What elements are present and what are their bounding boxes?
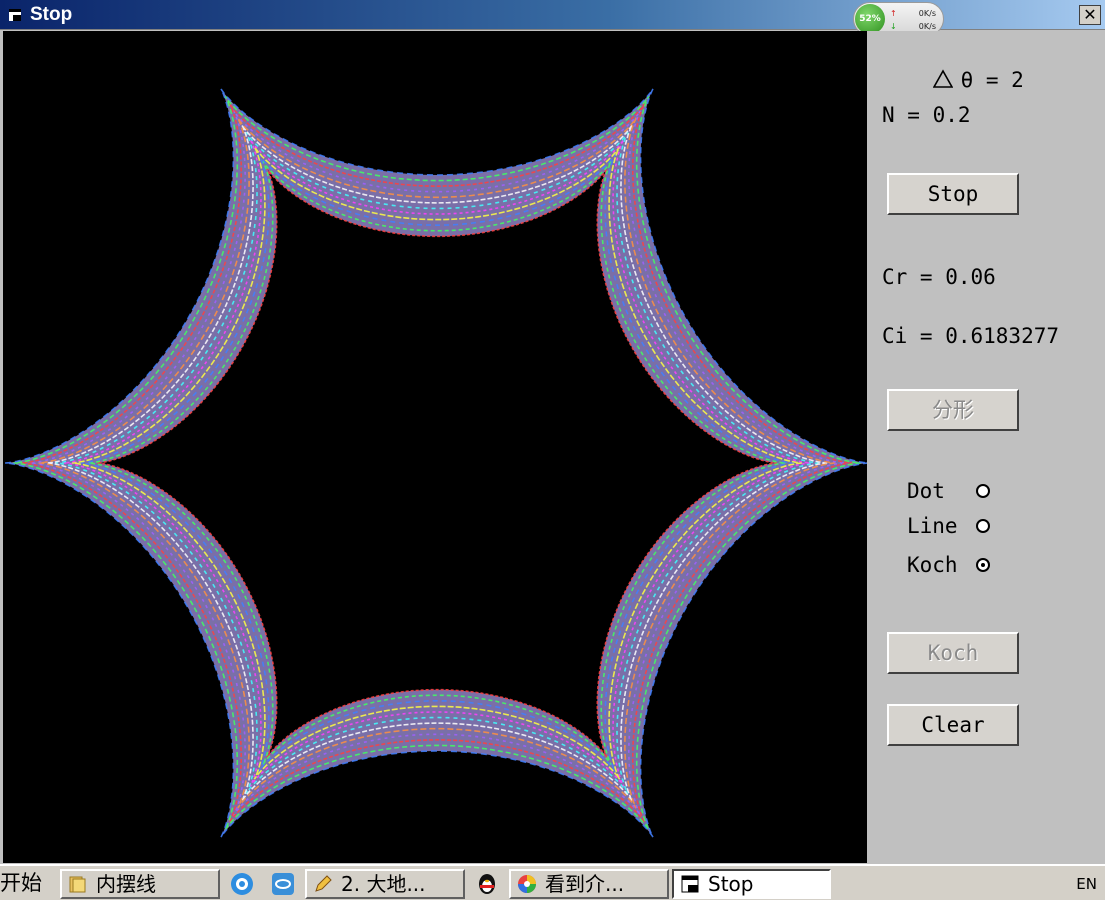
radio-line-circle[interactable] (976, 519, 990, 533)
hypocycloid-drawing (5, 88, 867, 838)
control-panel: θ = 2 N = 0.2 Stop Cr = 0.06 Ci = 0.6183… (867, 31, 1105, 863)
download-speed-row: ↓ 0K/s (890, 22, 940, 31)
curve-strand (71, 146, 803, 780)
theta-label: θ = 2 (960, 68, 1024, 92)
clear-button[interactable]: Clear (887, 704, 1019, 746)
radio-dot-label: Dot (907, 479, 945, 503)
download-speed: 0K/s (918, 22, 936, 31)
window-icon (9, 9, 21, 21)
cr-label: Cr = 0.06 (882, 265, 996, 289)
window-icon (681, 875, 699, 893)
radio-koch-option[interactable]: Koch (907, 553, 1007, 579)
window-title: Stop (30, 4, 73, 25)
taskbar-item-label: Stop (708, 872, 754, 896)
drawing-canvas[interactable] (3, 31, 867, 863)
curve-strand (88, 160, 786, 766)
radio-line-option[interactable]: Line (907, 514, 1007, 540)
taskbar-item-doc[interactable]: 2. 大地... (305, 869, 465, 899)
ci-label: Ci = 0.6183277 (882, 324, 1060, 348)
upload-speed-row: ↑ 0K/s (890, 9, 940, 18)
taskbar-item-label: 内摆线 (96, 872, 156, 896)
network-drive-icon[interactable] (270, 871, 296, 897)
radio-koch-label: Koch (907, 553, 958, 577)
radio-koch-circle[interactable] (976, 558, 990, 572)
upload-arrow-icon: ↑ (890, 9, 897, 18)
curve-strand (80, 153, 794, 773)
taskbar-item-viewer[interactable]: 看到介... (509, 869, 669, 899)
radio-dot-option[interactable]: Dot (907, 479, 1007, 505)
radio-dot-circle[interactable] (976, 484, 990, 498)
title-bar: Stop 52% ↑ 0K/s ↓ 0K/s ✕ (0, 0, 1105, 36)
fractal-button[interactable]: 分形 (887, 389, 1019, 431)
qq-penguin-icon[interactable] (474, 871, 500, 897)
curve-strand (97, 168, 777, 758)
start-button[interactable]: 开始 (0, 869, 50, 899)
language-indicator[interactable]: EN (1076, 875, 1097, 893)
browser-icon[interactable] (229, 871, 255, 897)
taskbar-item-label: 看到介... (545, 872, 625, 896)
taskbar-item-label: 2. 大地... (341, 872, 426, 896)
pinwheel-icon (518, 875, 536, 893)
folder-icon (69, 876, 86, 893)
curve-band (5, 88, 867, 838)
radio-line-label: Line (907, 514, 958, 538)
network-usage-circle: 52% (855, 4, 885, 34)
taskbar-item-stop[interactable]: Stop (672, 869, 831, 899)
n-label: N = 0.2 (882, 103, 971, 127)
delta-icon (932, 69, 953, 88)
koch-button[interactable]: Koch (887, 632, 1019, 674)
close-button[interactable]: ✕ (1079, 5, 1101, 25)
download-arrow-icon: ↓ (890, 22, 897, 31)
taskbar: 开始 内摆线 2. 大地... 看到介... Stop EN (0, 864, 1105, 900)
taskbar-item-hypocycloid[interactable]: 内摆线 (60, 869, 220, 899)
pencil-icon (315, 875, 332, 892)
upload-speed: 0K/s (918, 9, 936, 18)
stop-button[interactable]: Stop (887, 173, 1019, 215)
